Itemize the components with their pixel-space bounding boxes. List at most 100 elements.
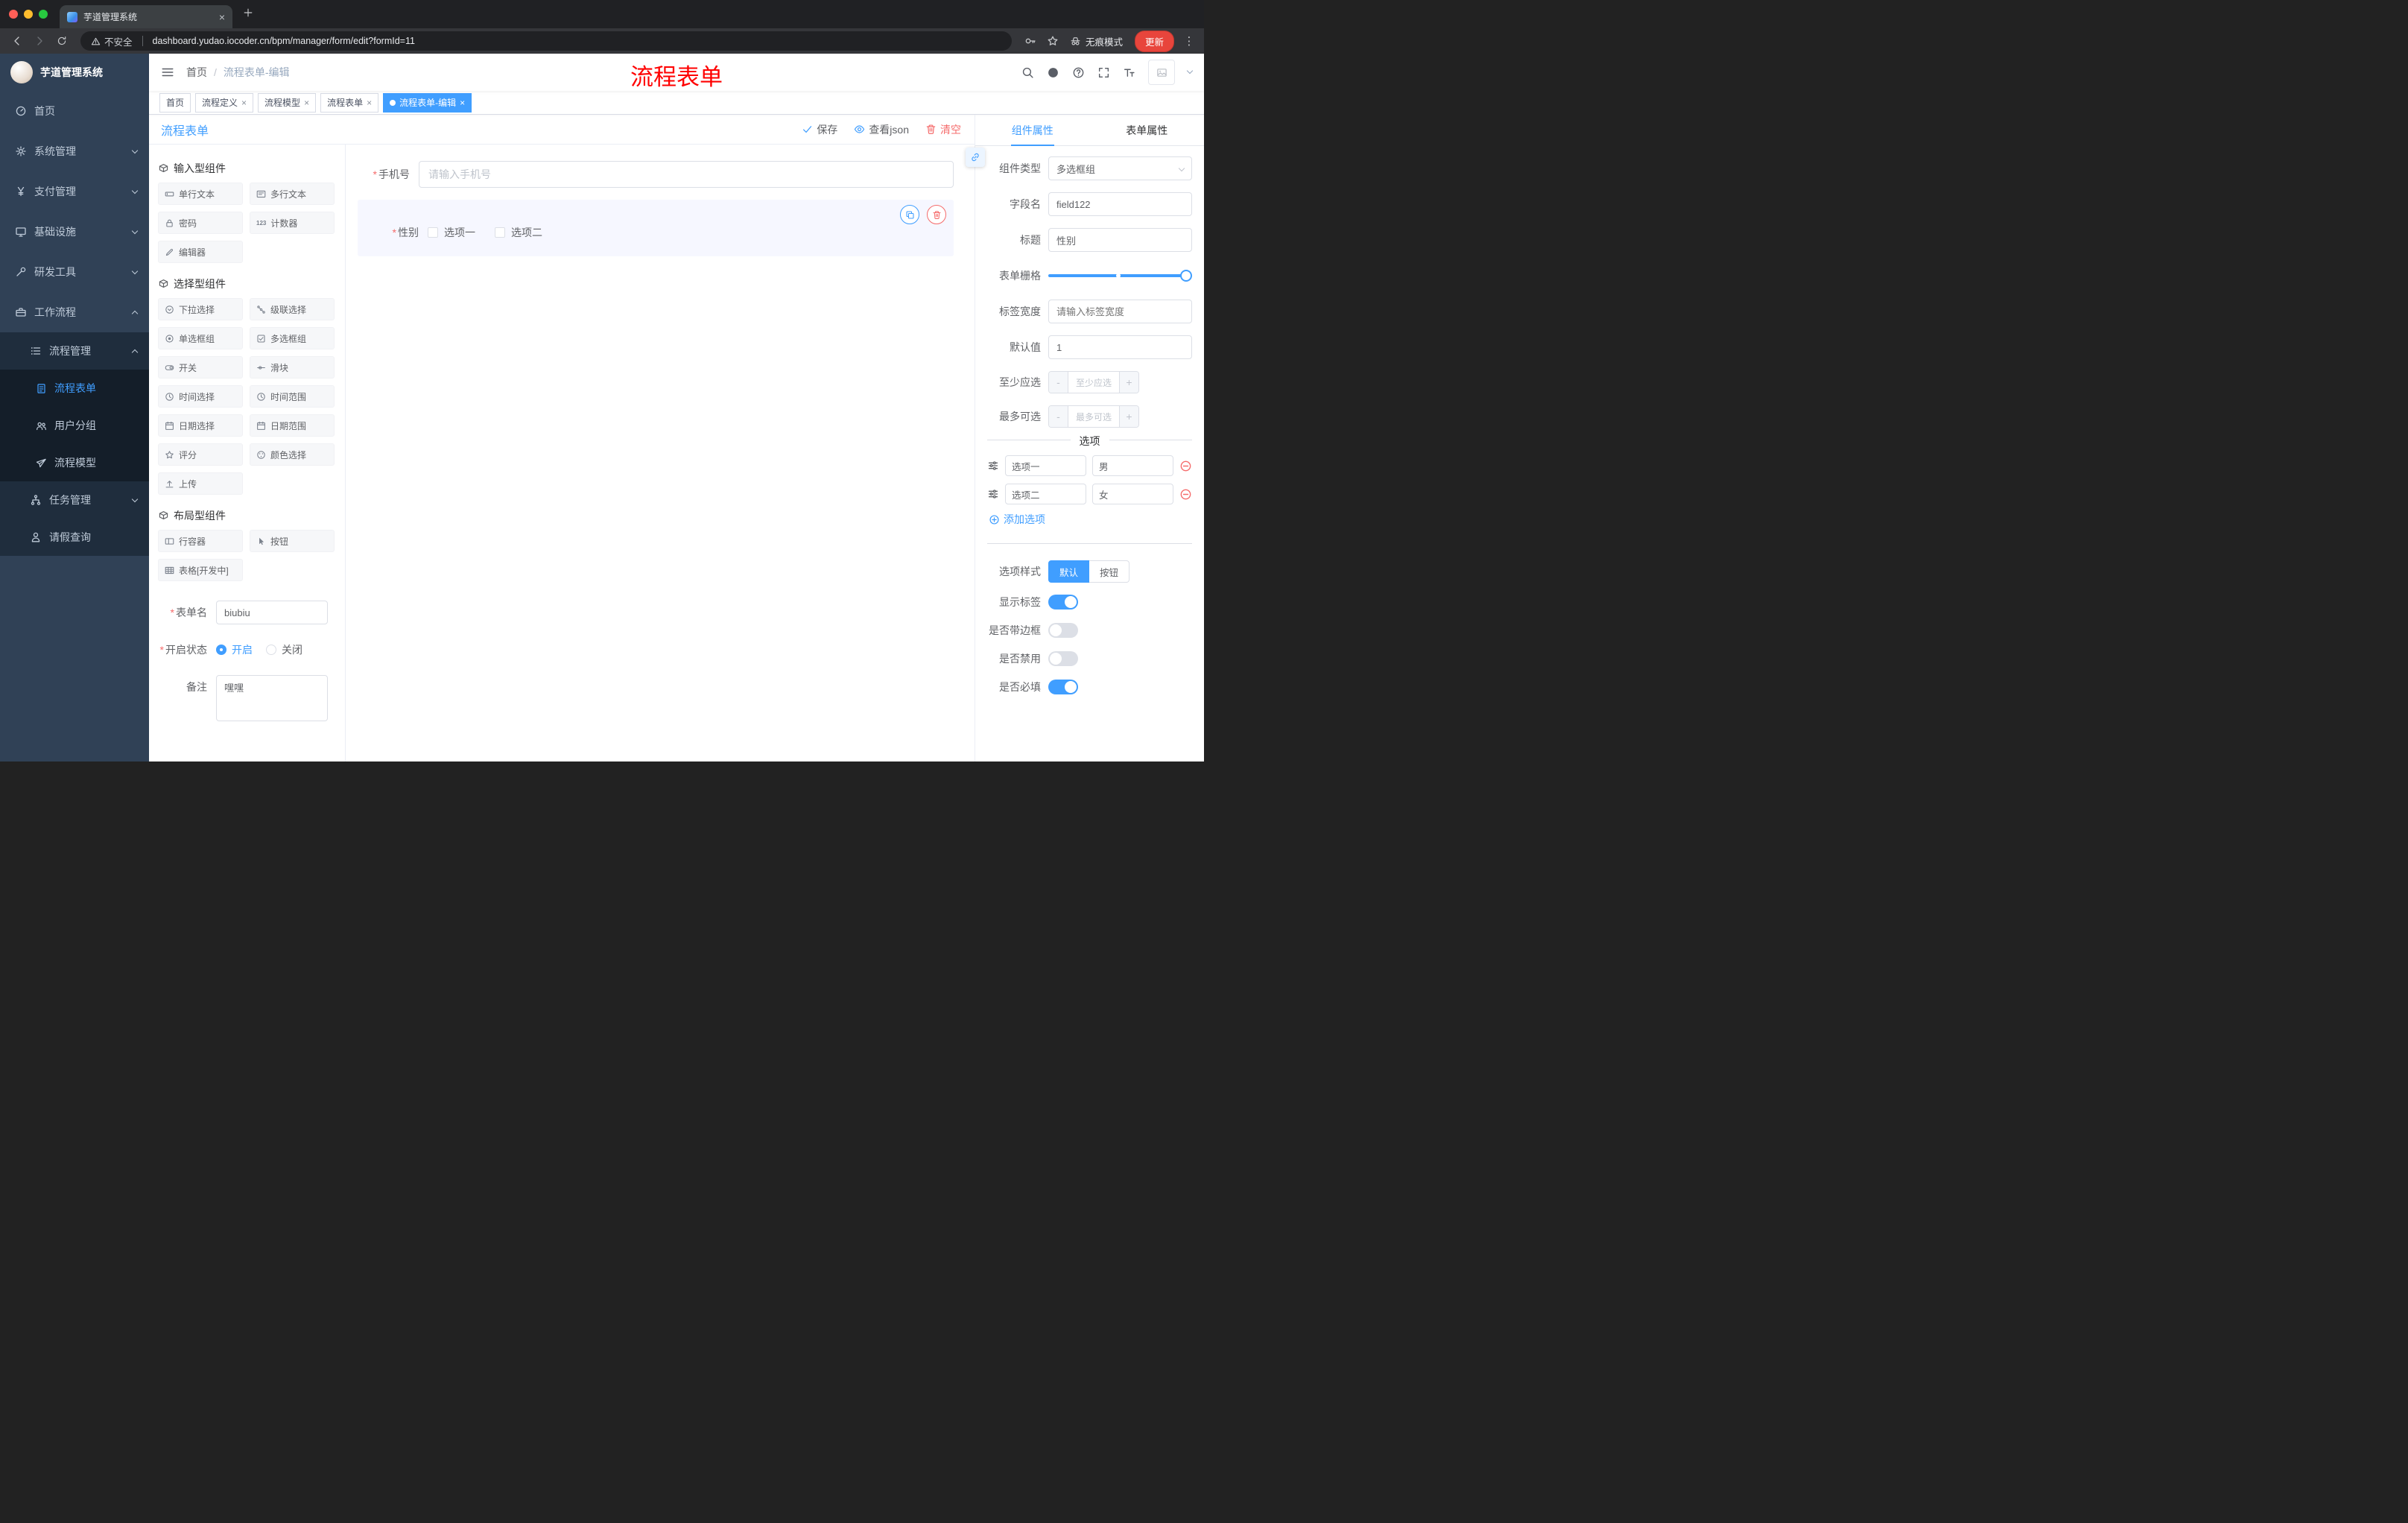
slider-handle[interactable]	[1180, 270, 1192, 282]
option-1-value-input[interactable]	[1092, 455, 1173, 476]
disabled-toggle[interactable]	[1048, 651, 1078, 666]
delete-component-button[interactable]	[927, 205, 946, 224]
gender-option-1[interactable]: 选项一	[428, 225, 475, 240]
palette-item-button[interactable]: 按钮	[250, 530, 335, 552]
tag-home[interactable]: 首页	[159, 92, 191, 113]
stepper-minus-button[interactable]: -	[1049, 406, 1068, 427]
copy-component-button[interactable]	[900, 205, 919, 224]
phone-input[interactable]	[419, 161, 954, 188]
sidebar-item-infrastructure[interactable]: 基础设施	[0, 212, 149, 252]
with-border-toggle[interactable]	[1048, 623, 1078, 638]
palette-item-time-picker[interactable]: 时间选择	[158, 385, 243, 408]
tag-close-icon[interactable]: ×	[304, 98, 309, 108]
sidebar-item-payment-management[interactable]: 支付管理	[0, 171, 149, 212]
sidebar-toggle-button[interactable]	[161, 66, 174, 79]
status-radio-on[interactable]: 开启	[216, 642, 253, 657]
fullscreen-icon[interactable]	[1097, 66, 1110, 79]
reload-button[interactable]	[52, 31, 72, 51]
show-label-toggle[interactable]	[1048, 595, 1078, 609]
stepper-plus-button[interactable]: +	[1119, 406, 1138, 427]
breadcrumb-home[interactable]: 首页	[186, 65, 207, 80]
browser-tab[interactable]: 芋道管理系统 ×	[60, 5, 232, 28]
forward-button[interactable]	[30, 31, 49, 51]
palette-item-multi-text[interactable]: 多行文本	[250, 183, 335, 205]
palette-item-color-picker[interactable]: 颜色选择	[250, 443, 335, 466]
tag-close-icon[interactable]: ×	[241, 98, 247, 108]
tag-close-icon[interactable]: ×	[460, 98, 465, 108]
title-input[interactable]	[1048, 228, 1192, 252]
drag-handle-icon[interactable]	[987, 460, 999, 472]
sidebar-item-process-management[interactable]: 流程管理	[0, 332, 149, 370]
palette-item-switch[interactable]: 开关	[158, 356, 243, 379]
palette-item-password[interactable]: 密码	[158, 212, 243, 234]
remove-option-button[interactable]	[1179, 460, 1192, 472]
sidebar-item-leave-query[interactable]: 请假查询	[0, 519, 149, 556]
form-name-input[interactable]	[216, 601, 328, 624]
tag-process-definition[interactable]: 流程定义 ×	[195, 92, 254, 113]
link-button[interactable]	[966, 148, 985, 167]
sidebar-item-workflow[interactable]: 工作流程	[0, 292, 149, 332]
palette-item-single-text[interactable]: 单行文本	[158, 183, 243, 205]
palette-item-row-container[interactable]: 行容器	[158, 530, 243, 552]
option-1-label-input[interactable]	[1005, 455, 1086, 476]
sidebar-item-task-management[interactable]: 任务管理	[0, 481, 149, 519]
drawing-canvas[interactable]: *手机号 *性别	[346, 145, 975, 762]
palette-item-upload[interactable]: 上传	[158, 472, 243, 495]
user-avatar[interactable]	[1148, 60, 1175, 85]
back-button[interactable]	[7, 31, 27, 51]
min-select-value[interactable]: 至少应选	[1068, 372, 1119, 393]
stepper-plus-button[interactable]: +	[1119, 372, 1138, 393]
tag-process-model[interactable]: 流程模型 ×	[258, 92, 317, 113]
tag-process-form-edit[interactable]: 流程表单-编辑 ×	[383, 92, 472, 113]
form-remark-textarea[interactable]: 嘿嘿	[216, 675, 328, 721]
label-width-input[interactable]	[1048, 300, 1192, 323]
sidebar-item-user-group[interactable]: 用户分组	[0, 407, 149, 444]
sidebar-item-system-management[interactable]: 系统管理	[0, 131, 149, 171]
tag-process-form[interactable]: 流程表单 ×	[320, 92, 379, 113]
tab-form-props[interactable]: 表单属性	[1090, 115, 1205, 145]
clear-button[interactable]: 清空	[925, 122, 961, 137]
status-radio-off[interactable]: 关闭	[266, 642, 302, 657]
view-json-button[interactable]: 查看json	[854, 122, 909, 137]
close-window-button[interactable]	[9, 10, 18, 19]
help-icon[interactable]	[1072, 66, 1085, 79]
add-option-button[interactable]: 添加选项	[989, 512, 1192, 527]
minimize-window-button[interactable]	[24, 10, 33, 19]
sidebar-item-dev-tools[interactable]: 研发工具	[0, 252, 149, 292]
drag-handle-icon[interactable]	[987, 488, 999, 500]
canvas-field-gender-selected[interactable]: * 性别 选项一 选项二	[358, 200, 954, 256]
tab-close-icon[interactable]: ×	[219, 12, 225, 22]
github-icon[interactable]	[1047, 66, 1059, 79]
palette-item-checkbox-group[interactable]: 多选框组	[250, 327, 335, 349]
style-button-button[interactable]: 按钮	[1089, 560, 1130, 583]
palette-item-date-range[interactable]: 日期范围	[250, 414, 335, 437]
bookmark-button[interactable]	[1043, 31, 1062, 51]
update-button[interactable]: 更新	[1134, 30, 1174, 52]
avatar-caret-down-icon[interactable]	[1186, 67, 1194, 75]
new-tab-button[interactable]	[243, 7, 253, 22]
search-icon[interactable]	[1021, 66, 1034, 79]
option-2-label-input[interactable]	[1005, 484, 1086, 504]
stepper-minus-button[interactable]: -	[1049, 372, 1068, 393]
option-2-value-input[interactable]	[1092, 484, 1173, 504]
style-default-button[interactable]: 默认	[1048, 560, 1090, 583]
palette-item-date-picker[interactable]: 日期选择	[158, 414, 243, 437]
palette-item-select[interactable]: 下拉选择	[158, 298, 243, 320]
security-chip[interactable]: 不安全	[91, 34, 133, 48]
remove-option-button[interactable]	[1179, 488, 1192, 501]
tab-component-props[interactable]: 组件属性	[975, 115, 1090, 145]
max-select-value[interactable]: 最多可选	[1068, 406, 1119, 427]
sidebar-item-home[interactable]: 首页	[0, 91, 149, 131]
required-toggle[interactable]	[1048, 680, 1078, 694]
palette-item-radio-group[interactable]: 单选框组	[158, 327, 243, 349]
password-key-button[interactable]	[1021, 31, 1040, 51]
grid-slider[interactable]	[1048, 264, 1192, 288]
address-bar[interactable]: 不安全 dashboard.yudao.iocoder.cn/bpm/manag…	[80, 31, 1012, 51]
font-size-icon[interactable]	[1123, 66, 1135, 79]
zoom-window-button[interactable]	[39, 10, 48, 19]
default-value-input[interactable]	[1048, 335, 1192, 359]
browser-menu-button[interactable]: ⋮	[1182, 34, 1197, 48]
canvas-field-phone[interactable]: * 手机号	[358, 161, 954, 188]
palette-item-counter[interactable]: 123 计数器	[250, 212, 335, 234]
palette-item-cascader[interactable]: 级联选择	[250, 298, 335, 320]
